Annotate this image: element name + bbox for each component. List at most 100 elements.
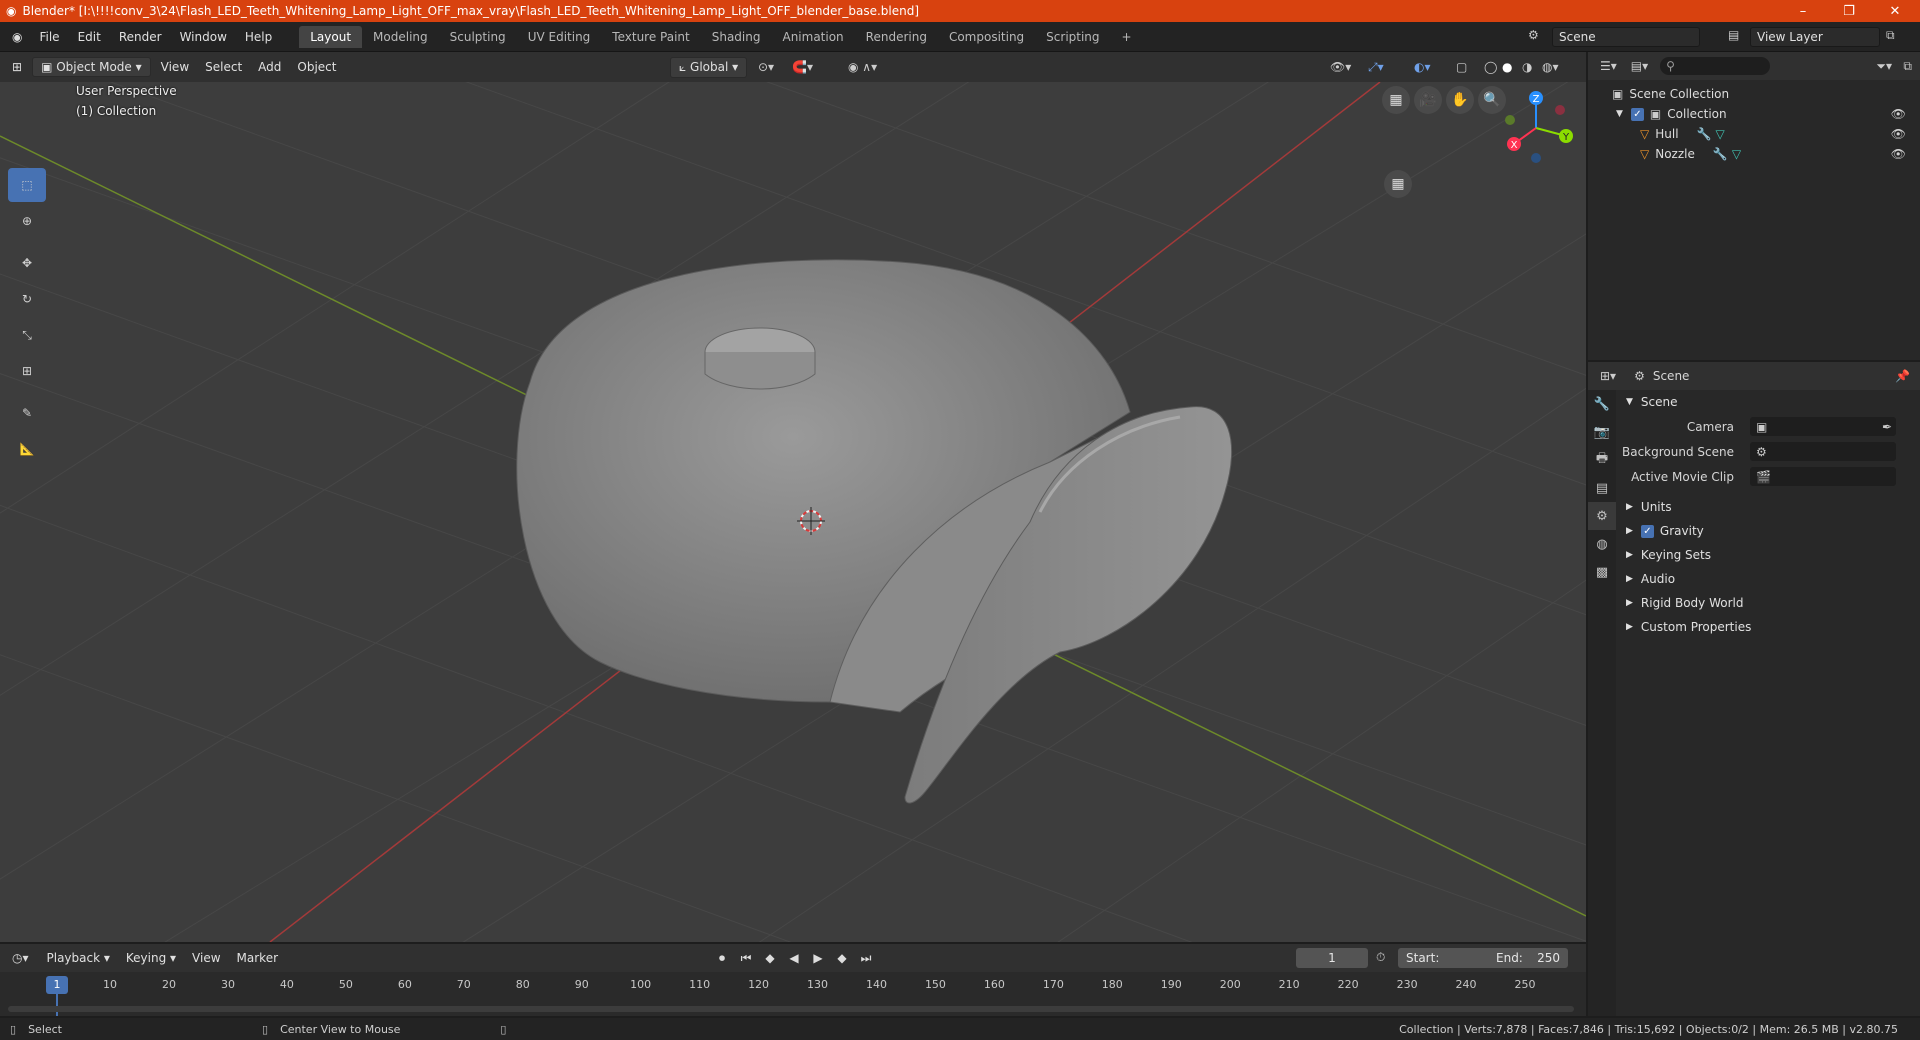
tab-texture-paint[interactable]: Texture Paint: [601, 26, 700, 48]
tab-modeling[interactable]: Modeling: [362, 26, 439, 48]
custom-properties-panel[interactable]: ▶ Custom Properties: [1618, 615, 1918, 639]
overlay-toggle-icon[interactable]: ◐▾: [1414, 60, 1431, 74]
expand-arrow-icon[interactable]: ▼: [1626, 397, 1633, 407]
shading-solid-icon[interactable]: ●: [1502, 60, 1512, 74]
timeline-menu-marker[interactable]: Marker: [229, 951, 286, 965]
jump-end-icon[interactable]: ⏭: [856, 948, 876, 968]
measure-tool-icon[interactable]: 📐: [8, 432, 46, 466]
xray-icon[interactable]: ▢: [1456, 60, 1467, 74]
collapse-arrow-icon[interactable]: ▶: [1626, 550, 1633, 560]
ortho-toggle-icon[interactable]: ▦: [1382, 86, 1410, 114]
view-layer-field[interactable]: View Layer: [1750, 27, 1880, 47]
editor-type-icon[interactable]: ⊞: [12, 60, 22, 74]
outliner-scene-collection[interactable]: ▣ Scene Collection: [1588, 84, 1920, 104]
minimize-button[interactable]: –: [1780, 0, 1826, 22]
select-box-tool-icon[interactable]: ⬚: [8, 168, 46, 202]
timeline-menu-playback[interactable]: Playback ▾: [39, 951, 118, 965]
pin-icon[interactable]: 📌: [1895, 369, 1910, 383]
gravity-panel[interactable]: ▶ ✓ Gravity: [1618, 519, 1918, 543]
output-tab-icon[interactable]: 🖶: [1588, 446, 1616, 474]
pivot-icon[interactable]: ⊙▾: [758, 60, 774, 74]
snap-icon[interactable]: 🧲▾: [792, 60, 813, 74]
next-keyframe-icon[interactable]: ◆: [832, 948, 852, 968]
menu-edit[interactable]: Edit: [69, 30, 110, 44]
mode-dropdown[interactable]: ▣ Object Mode ▾: [32, 57, 151, 77]
timeline-menu-view[interactable]: View: [184, 951, 228, 965]
outliner-editor-icon[interactable]: ☰▾: [1600, 59, 1617, 73]
gravity-checkbox[interactable]: ✓: [1640, 524, 1654, 538]
active-movie-clip-field[interactable]: 🎬: [1750, 467, 1896, 486]
scene-panel-header[interactable]: ▼ Scene: [1618, 390, 1918, 414]
mesh-data-icon[interactable]: ▽: [1732, 147, 1741, 161]
eyedropper-icon[interactable]: ✒: [1882, 420, 1892, 434]
tab-shading[interactable]: Shading: [701, 26, 772, 48]
texture-tab-icon[interactable]: ▩: [1588, 558, 1616, 586]
blender-menu-icon[interactable]: ◉: [12, 30, 22, 44]
toggle-camera-grid-icon[interactable]: ▦: [1384, 170, 1412, 198]
annotate-tool-icon[interactable]: ✎: [8, 396, 46, 430]
visibility-eye-icon[interactable]: 👁: [1891, 107, 1906, 121]
display-mode-icon[interactable]: ▤▾: [1631, 59, 1648, 73]
tab-scripting[interactable]: Scripting: [1035, 26, 1110, 48]
3d-viewport[interactable]: ⬚ ⊕ ✥ ↻ ⤡ ⊞ ✎ 📐 User Perspective (1) Col…: [0, 82, 1586, 942]
rigid-body-world-panel[interactable]: ▶ Rigid Body World: [1618, 591, 1918, 615]
outliner-item-hull[interactable]: ▽ Hull 🔧 ▽ 👁: [1588, 124, 1920, 144]
close-button[interactable]: ✕: [1872, 0, 1918, 22]
modifier-icon[interactable]: 🔧: [1697, 127, 1712, 141]
proportional-edit-icon[interactable]: ◉ ∧▾: [848, 60, 877, 74]
prev-keyframe-icon[interactable]: ◆: [760, 948, 780, 968]
outliner-collection[interactable]: ▼ ✓ ▣ Collection 👁: [1588, 104, 1920, 124]
scene-field[interactable]: Scene: [1552, 27, 1700, 47]
jump-start-icon[interactable]: ⏮: [736, 948, 756, 968]
collapse-arrow-icon[interactable]: ▶: [1626, 574, 1633, 584]
tab-rendering[interactable]: Rendering: [855, 26, 938, 48]
menu-render[interactable]: Render: [110, 30, 171, 44]
shading-wireframe-icon[interactable]: ◯: [1484, 60, 1497, 74]
frame-ruler[interactable]: 1 10 20 30 40 50 60 70 80 90 100 110 120 130 140 150 160…: [0, 972, 1586, 1016]
cursor-tool-icon[interactable]: ⊕: [8, 204, 46, 238]
timeline-menu-keying[interactable]: Keying ▾: [118, 951, 184, 965]
collapse-arrow-icon[interactable]: ▶: [1626, 622, 1633, 632]
record-button-icon[interactable]: ⏺: [712, 948, 732, 968]
play-icon[interactable]: ▶: [808, 948, 828, 968]
pan-hand-icon[interactable]: ✋: [1446, 86, 1474, 114]
visibility-eye-icon[interactable]: 👁: [1891, 127, 1906, 141]
play-reverse-icon[interactable]: ◀: [784, 948, 804, 968]
viewport-menu-select[interactable]: Select: [197, 60, 250, 74]
rotate-tool-icon[interactable]: ↻: [8, 282, 46, 316]
disclosure-triangle-icon[interactable]: ▼: [1616, 109, 1623, 119]
menu-help[interactable]: Help: [236, 30, 281, 44]
new-collection-icon[interactable]: ⧉: [1903, 59, 1912, 74]
collapse-arrow-icon[interactable]: ▶: [1626, 502, 1633, 512]
add-workspace-button[interactable]: +: [1111, 26, 1143, 48]
viewport-menu-view[interactable]: View: [153, 60, 197, 74]
new-view-layer-icon[interactable]: ⧉: [1886, 28, 1895, 43]
scene-tab-icon[interactable]: ⚙: [1588, 502, 1616, 530]
view-layer-tab-icon[interactable]: ▤: [1588, 474, 1616, 502]
orientation-dropdown[interactable]: ⟀ Global ▾: [670, 56, 748, 78]
stopwatch-icon[interactable]: ⏱: [1376, 950, 1385, 965]
tool-tab-icon[interactable]: 🔧: [1588, 390, 1616, 418]
viewport-menu-add[interactable]: Add: [250, 60, 289, 74]
scale-tool-icon[interactable]: ⤡: [8, 318, 46, 352]
properties-editor-icon[interactable]: ⊞▾: [1600, 369, 1616, 383]
shading-rendered-icon[interactable]: ◍▾: [1542, 60, 1559, 74]
background-scene-field[interactable]: ⚙: [1750, 442, 1896, 461]
viewport-menu-object[interactable]: Object: [289, 60, 344, 74]
collection-checkbox[interactable]: ✓: [1630, 107, 1644, 121]
tab-compositing[interactable]: Compositing: [938, 26, 1035, 48]
maximize-button[interactable]: ❐: [1826, 0, 1872, 22]
world-tab-icon[interactable]: ◍: [1588, 530, 1616, 558]
tab-animation[interactable]: Animation: [771, 26, 854, 48]
keying-sets-panel[interactable]: ▶ Keying Sets: [1618, 543, 1918, 567]
gizmo-toggle-icon[interactable]: ⤢▾: [1368, 60, 1384, 75]
units-panel[interactable]: ▶ Units: [1618, 495, 1918, 519]
collapse-arrow-icon[interactable]: ▶: [1626, 526, 1633, 536]
current-frame-field[interactable]: 1: [1296, 948, 1368, 968]
mesh-data-icon[interactable]: ▽: [1715, 127, 1724, 141]
menu-file[interactable]: File: [30, 30, 68, 44]
move-tool-icon[interactable]: ✥: [8, 246, 46, 280]
timeline-editor-icon[interactable]: ◷▾: [12, 951, 29, 965]
orientation-gizmo[interactable]: Z Y X: [1500, 90, 1580, 170]
end-frame-field[interactable]: End: 250: [1488, 948, 1568, 968]
